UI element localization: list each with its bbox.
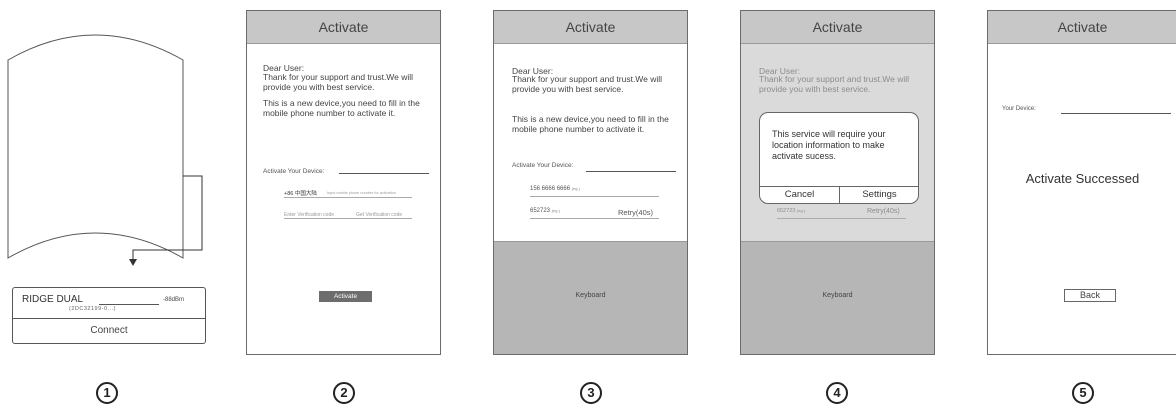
arrow-down-icon [129,259,137,266]
panel-3-screen: Activate Dear User: Thank for your suppo… [493,10,688,355]
phone-underline [530,196,659,197]
device-label: Your Device: [1002,106,1036,112]
dialog-message: This service will require your location … [772,129,886,161]
device-underline [1061,113,1171,114]
code-example-tag: (eg.) [551,208,560,213]
device-underline [339,173,429,174]
thanks-text: Thank for your support and trust.We will… [263,72,414,92]
signal-strength: -88dBm [163,297,185,303]
page-title: Activate [247,11,440,44]
name-underline [99,304,159,305]
thanks-text: Thank for your support and trust.We will… [512,74,663,94]
settings-button[interactable]: Settings [840,189,918,200]
panel-2-screen: Activate Dear User: Thank for your suppo… [246,10,441,355]
phone-outline-graphic [7,34,203,266]
keyboard-label: Keyboard [575,292,606,299]
code-value: 652723 [530,208,551,214]
device-label: Activate Your Device: [263,168,325,175]
keyboard-area[interactable]: Keyboard [494,241,687,354]
step-number-4: 4 [826,382,848,404]
step-number-3: 3 [580,382,602,404]
card-divider [13,318,205,319]
phone-underline [284,197,412,198]
notice-text: This is a new device,you need to fill in… [512,114,669,134]
step-number-2: 2 [333,382,355,404]
retry-countdown[interactable]: Retry(40s) [618,208,653,217]
device-scan-card[interactable]: RIDGE DUAL -88dBm (2DC32199-0...) Connec… [12,287,206,344]
cancel-button[interactable]: Cancel [760,189,839,200]
page-title: Activate [741,11,934,44]
country-code-select[interactable]: +86 中国大陆 [284,189,317,197]
activate-button[interactable]: Activate [319,291,372,302]
success-message: Activate Successed [1025,171,1140,186]
page-title: Activate [988,11,1176,44]
phone-example-tag: (eg.) [571,186,580,191]
device-underline [586,171,676,172]
code-underline [284,218,412,219]
phone-value: 156 6666 6666 [530,186,571,192]
keyboard-area[interactable]: Keyboard [741,241,934,354]
device-id: (2DC32199-0...) [69,306,116,312]
phone-input[interactable]: 156 6666 6666 (eg.) [530,186,580,192]
device-label: Activate Your Device: [512,162,574,169]
back-button[interactable]: Back [1064,289,1116,302]
code-underline [530,218,659,219]
panel-5-screen: Activate Your Device: Activate Successed… [987,10,1176,355]
page-title: Activate [494,11,687,44]
device-name: RIDGE DUAL [22,294,84,305]
notice-text: This is a new device,you need to fill in… [263,98,420,118]
phone-input[interactable]: Input mobile phone number for activation [327,191,396,195]
code-input[interactable]: 652723 (eg.) [530,208,560,214]
connect-button[interactable]: Connect [13,325,205,336]
step-number-1: 1 [96,382,118,404]
location-permission-dialog: This service will require your location … [759,112,919,204]
panel-4-screen: Activate Dear User: Thank for your suppo… [740,10,935,355]
step-number-5: 5 [1072,382,1094,404]
keyboard-label: Keyboard [822,292,853,299]
